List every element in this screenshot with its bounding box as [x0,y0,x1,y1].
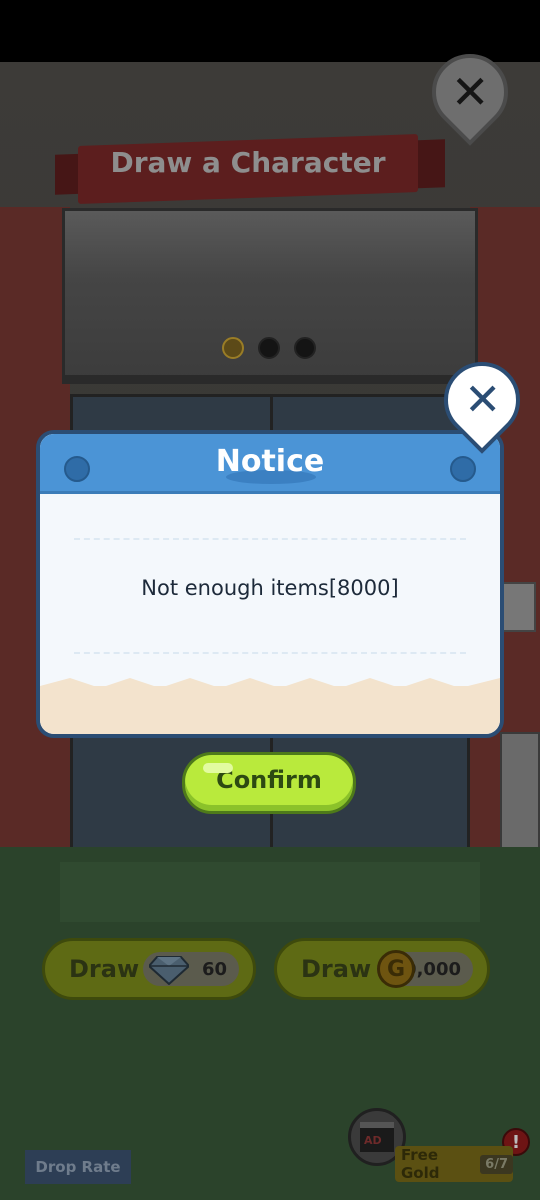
notice-dialog: Notice Not enough items[8000] [36,430,504,738]
dialog-divider [74,652,466,654]
status-bar [0,0,540,62]
button-shine [203,763,233,773]
drop-rate-label: Drop Rate [35,1158,121,1176]
close-icon: ✕ [450,65,490,120]
dialog-divider [74,538,466,540]
gold-coin-icon: G [377,950,415,988]
clapperboard-icon: AD [360,1122,394,1152]
page-title: Draw a Character [110,146,386,179]
draw-gem-label: Draw [69,955,140,983]
free-gold-count: 6/7 [480,1154,513,1174]
dialog-title: Notice [215,444,325,479]
draw-gold-label: Draw [301,955,372,983]
pager-dot-active[interactable] [222,337,244,359]
confirm-button[interactable]: Confirm [182,752,356,814]
close-icon: ✕ [463,374,501,426]
pager-dot[interactable] [258,337,280,359]
gem-cost: 60 [201,958,227,980]
drop-rate-button[interactable]: Drop Rate [25,1150,131,1184]
dialog-header: Notice [40,434,500,494]
floor-band [60,862,480,922]
dialog-message: Not enough items[8000] [141,576,399,600]
wall-box [500,732,540,852]
pager-dot[interactable] [294,337,316,359]
dialog-torn-edge [40,678,500,698]
free-gold-button[interactable]: Free Gold 6/7 [395,1146,513,1182]
ad-icon-text: AD [364,1134,382,1147]
pager-dots [222,337,316,359]
draw-gem-button[interactable]: Draw 60 [42,938,256,1000]
draw-gold-button[interactable]: Draw 30,000 G [274,938,490,1000]
wall-panel [500,582,536,632]
free-gold-label: Free Gold [401,1146,440,1182]
gem-icon [149,956,189,985]
